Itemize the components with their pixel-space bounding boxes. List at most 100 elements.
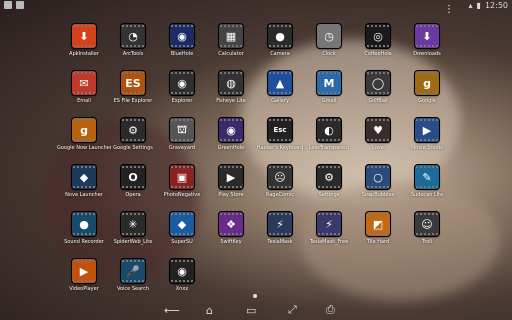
camera-icon[interactable]: ● [268,24,292,48]
photo-negative-icon[interactable]: ▣ [170,165,194,189]
google-settings-icon[interactable]: ⚙ [121,118,145,142]
movie-studio-icon[interactable]: ▶ [415,118,439,142]
opera-icon[interactable]: O [121,165,145,189]
app-shortcut[interactable]: ⛫ Graveyard [155,116,209,162]
app-shortcut[interactable]: ▶ Movie Studio [400,116,454,162]
play-store-icon[interactable]: ▶ [219,165,243,189]
system-icons: ▴ ▮ 12:50 [469,1,508,10]
google-now-launcher-icon[interactable]: g [72,118,96,142]
app-shortcut[interactable]: ◩ Tile Hard [351,210,405,256]
app-label: Tile Hard [366,239,390,245]
troll-icon[interactable]: ☺ [415,212,439,236]
app-shortcut[interactable]: ◉ Explorer [155,69,209,115]
graveyard-icon[interactable]: ⛫ [170,118,194,142]
sound-recorder-icon[interactable]: ● [72,212,96,236]
app-shortcut[interactable]: ◷ Clock [302,22,356,68]
app-shortcut[interactable]: O Opera [106,163,160,209]
app-shortcut[interactable]: ◎ CoffeeHole [351,22,405,68]
app-shortcut[interactable]: ⚙ Google Settings [106,116,160,162]
coffee-hole-icon[interactable]: ◎ [366,24,390,48]
app-shortcut[interactable]: ES ES File Explorer [106,69,160,115]
love-icon[interactable]: ♥ [366,118,390,142]
overflow-menu-icon[interactable]: ⋮ [444,5,454,15]
fullscreen-icon[interactable]: ⤢ [288,303,297,317]
app-label: BlueHole [170,51,194,57]
app-shortcut[interactable]: ○ SoapBubbles [351,163,405,209]
app-shortcut[interactable]: ◐ LessTransparent [302,116,356,162]
clock-icon[interactable]: ◷ [317,24,341,48]
app-shortcut[interactable]: ◉ GreenHole [204,116,258,162]
voice-search-icon[interactable]: 🎤 [121,259,145,283]
green-hole-icon[interactable]: ◉ [219,118,243,142]
app-shortcut[interactable]: ▶ Play Store [204,163,258,209]
tesla-mask-icon[interactable]: ⚡ [268,212,292,236]
app-shortcut[interactable]: ⬇ Downloads [400,22,454,68]
app-shortcut[interactable]: ☹ RageComic [253,163,307,209]
app-shortcut[interactable]: ▦ Calculator [204,22,258,68]
fisheye-lite-icon[interactable]: ◍ [219,71,243,95]
app-shortcut[interactable]: ❖ SwiftKey [204,210,258,256]
settings-icon[interactable]: ⚙ [317,165,341,189]
swiftkey-icon[interactable]: ❖ [219,212,243,236]
arc-tools-icon[interactable]: ◔ [121,24,145,48]
app-shortcut[interactable]: Esc Hacker's Keyboard [253,116,307,162]
app-shortcut[interactable]: 🎤 Voice Search [106,257,160,303]
icon-glyph: ⚙ [324,170,334,184]
app-shortcut[interactable]: M Gmail [302,69,356,115]
explorer-icon[interactable]: ◉ [170,71,194,95]
app-shortcut[interactable]: ⚡ TeslaMask_Free [302,210,356,256]
app-shortcut[interactable]: g Google Now Launcher [57,116,111,162]
nova-launcher-icon[interactable]: ◆ [72,165,96,189]
calculator-icon[interactable]: ▦ [219,24,243,48]
screenshot-icon[interactable]: ⎙ [326,303,335,317]
app-shortcut[interactable]: ◔ ArcTools [106,22,160,68]
app-shortcut[interactable]: ⬇ ApkInstaller [57,22,111,68]
supersu-icon[interactable]: ◆ [170,212,194,236]
app-shortcut[interactable]: ▣ PhotoNegative [155,163,209,209]
home-icon[interactable]: ⌂ [206,304,213,317]
xnxx-icon[interactable]: ◉ [170,259,194,283]
app-shortcut[interactable]: ✎ Sudocan Lite [400,163,454,209]
blue-hole-icon[interactable]: ◉ [170,24,194,48]
app-shortcut[interactable]: ◍ Fisheye Lite [204,69,258,115]
email-icon[interactable]: ✉ [72,71,96,95]
app-label: Sudocan Lite [410,192,444,198]
app-shortcut[interactable]: ◉ BlueHole [155,22,209,68]
app-shortcut[interactable]: ◆ SuperSU [155,210,209,256]
app-label: ES File Explorer [113,98,153,104]
golf-ball-icon[interactable]: ◯ [366,71,390,95]
app-shortcut[interactable]: ● Camera [253,22,307,68]
tesla-mask-free-icon[interactable]: ⚡ [317,212,341,236]
app-shortcut[interactable]: ◯ GolfBall [351,69,405,115]
app-label: Nova Launcher [65,192,103,198]
spider-web-lite-icon[interactable]: ✳ [121,212,145,236]
video-player-icon[interactable]: ▶ [72,259,96,283]
soap-bubbles-icon[interactable]: ○ [366,165,390,189]
app-shortcut[interactable]: ☺ Troll [400,210,454,256]
back-icon[interactable]: ⟵ [164,304,180,317]
tile-hard-icon[interactable]: ◩ [366,212,390,236]
app-shortcut[interactable]: ◉ Xnxx [155,257,209,303]
app-shortcut[interactable]: ▶ VideoPlayer [57,257,111,303]
icon-glyph: ✎ [422,170,432,184]
sudocan-lite-icon[interactable]: ✎ [415,165,439,189]
app-shortcut[interactable]: ● Sound Recorder [57,210,111,256]
downloads-icon[interactable]: ⬇ [415,24,439,48]
app-shortcut[interactable]: ⚙ Settings [302,163,356,209]
less-transparent-icon[interactable]: ◐ [317,118,341,142]
app-shortcut[interactable]: ♥ Love [351,116,405,162]
app-shortcut[interactable]: ✉ Email [57,69,111,115]
app-shortcut[interactable]: ◆ Nova Launcher [57,163,111,209]
apk-installer-icon[interactable]: ⬇ [72,24,96,48]
app-shortcut[interactable]: g Google [400,69,454,115]
hackers-keyboard-icon[interactable]: Esc [268,118,292,142]
recents-icon[interactable]: ▭ [246,304,256,317]
app-shortcut[interactable]: ⚡ TeslaMask [253,210,307,256]
app-shortcut[interactable]: ▲ Gallery [253,69,307,115]
gallery-icon[interactable]: ▲ [268,71,292,95]
google-icon[interactable]: g [415,71,439,95]
es-file-explorer-icon[interactable]: ES [121,71,145,95]
rage-comic-icon[interactable]: ☹ [268,165,292,189]
gmail-icon[interactable]: M [317,71,341,95]
app-shortcut[interactable]: ✳ SpiderWeb_Lite [106,210,160,256]
